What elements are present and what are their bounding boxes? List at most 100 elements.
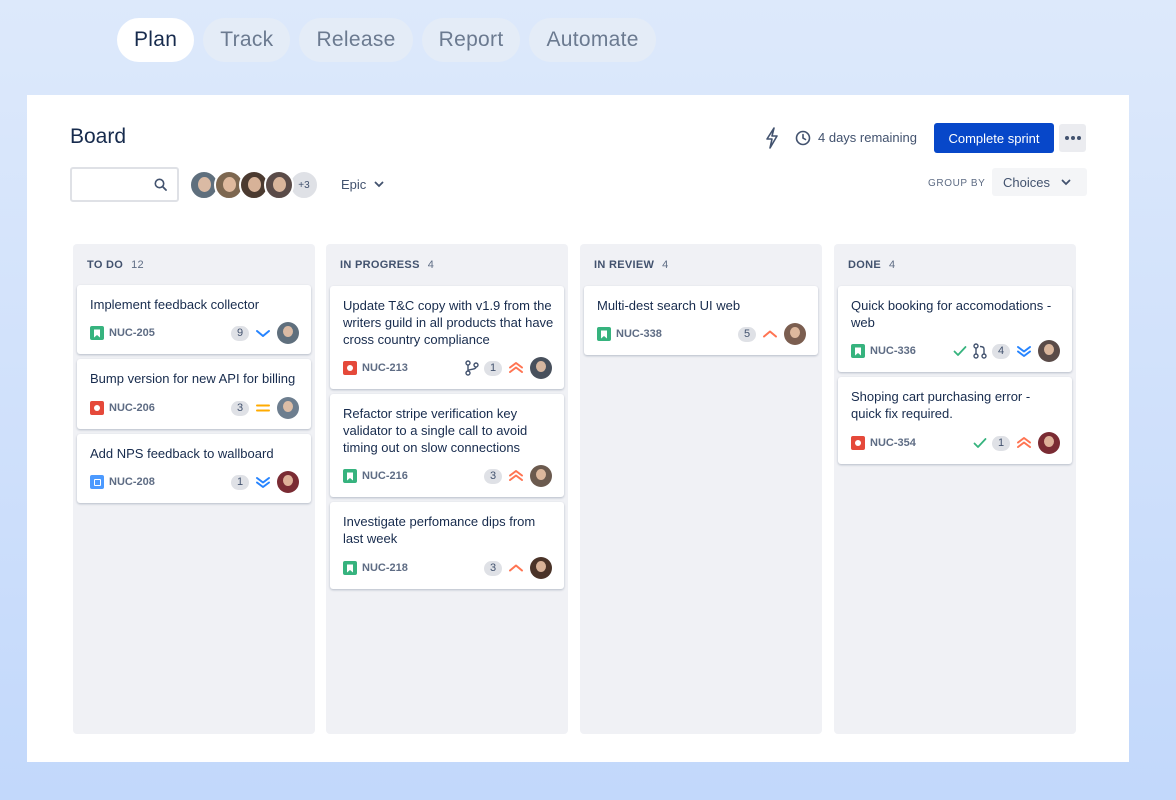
column-header: IN REVIEW 4 <box>594 259 669 271</box>
issue-card[interactable]: Shoping cart purchasing error - quick fi… <box>838 377 1072 464</box>
column-title: TO DO <box>87 259 124 271</box>
column-header: DONE 4 <box>848 259 895 271</box>
avatar[interactable] <box>277 397 299 419</box>
column-in-review: IN REVIEW 4 Multi-dest search UI web NUC… <box>580 244 822 734</box>
avatar[interactable] <box>784 323 806 345</box>
top-tabs: Plan Track Release Report Automate <box>117 18 656 62</box>
issue-card[interactable]: Refactor stripe verification key validat… <box>330 394 564 497</box>
card-title: Quick booking for accomodations - web <box>851 298 1052 330</box>
priority-highest-icon <box>509 362 523 373</box>
group-by-select[interactable]: Choices <box>992 168 1087 196</box>
avatar[interactable] <box>1038 340 1060 362</box>
tab-release[interactable]: Release <box>299 18 413 62</box>
avatar[interactable] <box>264 170 294 200</box>
card-footer: NUC-205 9 <box>90 322 299 344</box>
card-footer: NUC-206 3 <box>90 397 299 419</box>
issue-key: NUC-206 <box>109 402 155 414</box>
estimate-badge: 1 <box>231 474 249 490</box>
complete-sprint-button[interactable]: Complete sprint <box>934 123 1054 153</box>
issue-key: NUC-338 <box>616 328 662 340</box>
avatar[interactable] <box>277 471 299 493</box>
issue-card[interactable]: Multi-dest search UI web NUC-338 5 <box>584 286 818 355</box>
epic-filter[interactable]: Epic <box>341 177 384 192</box>
tab-report[interactable]: Report <box>421 18 521 62</box>
task-icon <box>90 475 104 489</box>
group-by-value: Choices <box>1003 174 1050 190</box>
issue-card[interactable]: Quick booking for accomodations - web NU… <box>838 286 1072 372</box>
branch-icon <box>465 360 479 376</box>
card-footer: NUC-336 4 <box>851 340 1060 362</box>
chevron-down-icon <box>374 181 384 188</box>
issue-key: NUC-205 <box>109 327 155 339</box>
search-input[interactable] <box>70 167 179 202</box>
priority-low-icon <box>256 330 270 337</box>
clock-icon <box>795 130 811 146</box>
epic-label: Epic <box>341 177 367 192</box>
issue-card[interactable]: Bump version for new API for billing NUC… <box>77 359 311 429</box>
sprint-remaining: 4 days remaining <box>818 130 917 145</box>
priority-high-icon <box>763 330 777 338</box>
issue-card[interactable]: Add NPS feedback to wallboard NUC-208 1 <box>77 434 311 503</box>
estimate-badge: 3 <box>484 468 502 484</box>
story-icon <box>851 344 865 358</box>
column-todo: TO DO 12 Implement feedback collector NU… <box>73 244 315 734</box>
estimate-badge: 9 <box>231 325 249 341</box>
column-count: 12 <box>131 259 144 271</box>
check-icon <box>953 346 967 356</box>
priority-lowest-icon <box>1017 346 1031 357</box>
issue-card[interactable]: Implement feedback collector NUC-205 9 <box>77 285 311 354</box>
estimate-badge: 3 <box>484 560 502 576</box>
issue-card[interactable]: Investigate perfomance dips from last we… <box>330 502 564 589</box>
check-icon <box>973 438 987 448</box>
column-count: 4 <box>888 259 896 271</box>
board-panel: Board 4 days remaining Complete sprint +… <box>27 95 1129 762</box>
column-header: IN PROGRESS 4 <box>340 259 434 271</box>
avatar[interactable] <box>277 322 299 344</box>
tab-plan[interactable]: Plan <box>117 18 195 62</box>
tab-track[interactable]: Track <box>203 18 291 62</box>
column-header: TO DO 12 <box>87 259 144 271</box>
page-title: Board <box>70 125 127 148</box>
avatar[interactable] <box>530 357 552 379</box>
bug-icon <box>851 436 865 450</box>
pull-request-icon <box>973 343 987 359</box>
issue-key: NUC-208 <box>109 476 155 488</box>
issue-key: NUC-216 <box>362 470 408 482</box>
column-title: IN PROGRESS <box>340 259 420 271</box>
estimate-badge: 4 <box>992 343 1010 359</box>
story-icon <box>597 327 611 341</box>
estimate-badge: 1 <box>992 435 1010 451</box>
priority-highest-icon <box>1017 437 1031 448</box>
issue-key: NUC-213 <box>362 362 408 374</box>
story-icon <box>343 561 357 575</box>
avatar-filter-group: +3 <box>189 170 319 200</box>
priority-medium-icon <box>256 404 270 412</box>
issue-key: NUC-336 <box>870 345 916 357</box>
avatar[interactable] <box>530 465 552 487</box>
estimate-badge: 1 <box>484 360 502 376</box>
more-dots-icon[interactable] <box>1059 124 1086 152</box>
lightning-icon[interactable] <box>764 127 780 149</box>
avatar[interactable] <box>1038 432 1060 454</box>
issue-card[interactable]: Update T&C copy with v1.9 from the write… <box>330 286 564 389</box>
card-title: Multi-dest search UI web <box>597 298 741 313</box>
estimate-badge: 5 <box>738 326 756 342</box>
column-count: 4 <box>662 259 669 271</box>
card-footer: NUC-208 1 <box>90 471 299 493</box>
column-done: DONE 4 Quick booking for accomodations -… <box>834 244 1076 734</box>
issue-key: NUC-218 <box>362 562 408 574</box>
bug-icon <box>90 401 104 415</box>
column-in-progress: IN PROGRESS 4 Update T&C copy with v1.9 … <box>326 244 568 734</box>
card-title: Investigate perfomance dips from last we… <box>343 514 536 546</box>
bug-icon <box>343 361 357 375</box>
card-title: Refactor stripe verification key validat… <box>343 406 528 455</box>
avatar[interactable] <box>530 557 552 579</box>
story-icon <box>90 326 104 340</box>
tab-automate[interactable]: Automate <box>529 18 656 62</box>
card-title: Update T&C copy with v1.9 from the write… <box>343 298 554 347</box>
chevron-down-icon <box>1061 179 1071 185</box>
card-footer: NUC-218 3 <box>343 557 552 579</box>
priority-high-icon <box>509 564 523 572</box>
estimate-badge: 3 <box>231 400 249 416</box>
card-footer: NUC-354 1 <box>851 432 1060 454</box>
